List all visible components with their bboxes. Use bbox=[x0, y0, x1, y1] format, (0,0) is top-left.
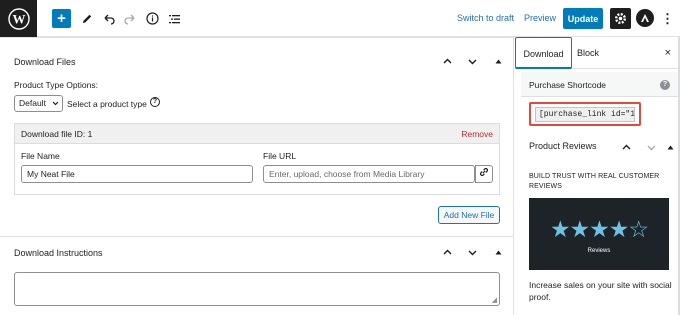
reviews-banner-image: ★★★★☆ Reviews bbox=[529, 198, 669, 270]
chevron-down-icon bbox=[52, 96, 59, 117]
chevron-up-icon[interactable] bbox=[441, 247, 453, 259]
toggle-panel-icon[interactable] bbox=[667, 144, 675, 152]
product-type-select[interactable]: Default bbox=[14, 95, 63, 112]
product-type-selected-value: Default bbox=[19, 98, 46, 108]
download-instructions-textarea[interactable]: ◢ bbox=[14, 272, 500, 306]
toggle-panel-icon[interactable] bbox=[495, 58, 503, 66]
undo-icon[interactable] bbox=[101, 9, 117, 28]
product-reviews-text: Increase sales on your site with social … bbox=[529, 280, 672, 302]
star-rating-icon: ★★★★☆ bbox=[549, 216, 649, 242]
help-icon[interactable]: ? bbox=[150, 97, 160, 107]
sidebar-tabs: Download Block × bbox=[515, 37, 680, 69]
chevron-down-icon[interactable] bbox=[466, 247, 478, 259]
chevron-down-icon[interactable] bbox=[466, 56, 478, 68]
download-instructions-title: Download Instructions bbox=[14, 248, 103, 258]
file-url-label: File URL bbox=[263, 151, 297, 161]
more-options-icon[interactable]: ⋮ bbox=[661, 9, 674, 28]
toggle-panel-icon[interactable] bbox=[495, 249, 503, 257]
divider bbox=[0, 37, 514, 38]
product-reviews-subtitle: BUILD TRUST WITH REAL CUSTOMER REVIEWS bbox=[529, 173, 660, 190]
link-icon[interactable] bbox=[475, 165, 493, 183]
chevron-up-icon[interactable] bbox=[441, 56, 453, 68]
astra-logo-icon[interactable] bbox=[636, 9, 654, 27]
reviews-banner-label: Reviews bbox=[587, 248, 611, 254]
svg-text:W: W bbox=[12, 11, 25, 26]
tab-download[interactable]: Download bbox=[515, 37, 572, 69]
sidebar-card: Purchase Shortcode ? [purchase_link id="… bbox=[521, 72, 678, 315]
add-new-file-button[interactable]: Add New File bbox=[438, 206, 500, 224]
info-icon[interactable] bbox=[144, 9, 160, 28]
purchase-shortcode-title: Purchase Shortcode bbox=[529, 80, 607, 90]
sidebar-scroll-area: Purchase Shortcode ? [purchase_link id="… bbox=[521, 72, 678, 315]
tab-block[interactable]: Block bbox=[573, 37, 603, 69]
product-reviews-title: Product Reviews bbox=[529, 141, 597, 151]
editor-main: Download Files Product Type Options: Def… bbox=[0, 37, 514, 315]
wordpress-logo-icon[interactable]: W bbox=[0, 0, 37, 37]
redo-icon[interactable] bbox=[122, 9, 138, 28]
settings-gear-icon[interactable] bbox=[610, 8, 631, 29]
editor-toolbar: W + Switch to draft Preview Update ⋮ bbox=[0, 0, 680, 37]
preview-link[interactable]: Preview bbox=[524, 13, 556, 23]
switch-to-draft-link[interactable]: Switch to draft bbox=[457, 13, 514, 23]
help-icon[interactable]: ? bbox=[660, 80, 670, 90]
download-files-title: Download Files bbox=[14, 57, 76, 67]
remove-file-link[interactable]: Remove bbox=[461, 129, 493, 139]
add-block-button[interactable]: + bbox=[52, 9, 71, 28]
purchase-shortcode-header[interactable]: Purchase Shortcode ? bbox=[521, 72, 678, 97]
update-button[interactable]: Update bbox=[563, 8, 603, 29]
download-file-box: Download file ID: 1 Remove File Name My … bbox=[14, 123, 500, 195]
shortcode-highlight: [purchase_link id="1387 bbox=[529, 102, 641, 126]
close-icon[interactable]: × bbox=[665, 47, 671, 59]
chevron-up-icon[interactable] bbox=[620, 142, 632, 154]
settings-sidebar: Download Block × Purchase Shortcode ? [p… bbox=[515, 37, 680, 315]
product-type-label: Product Type Options: bbox=[14, 80, 98, 90]
file-name-input[interactable]: My Neat File bbox=[21, 165, 253, 183]
list-view-icon[interactable] bbox=[166, 9, 182, 28]
chevron-down-icon[interactable] bbox=[645, 142, 657, 154]
download-file-header: Download file ID: 1 Remove bbox=[15, 124, 499, 144]
edit-pencil-icon[interactable] bbox=[79, 9, 95, 28]
download-files-panel-header[interactable]: Download Files bbox=[0, 37, 514, 83]
product-type-hint: Select a product type bbox=[67, 99, 147, 109]
purchase-shortcode-field[interactable]: [purchase_link id="1387 bbox=[535, 107, 635, 122]
file-name-label: File Name bbox=[21, 151, 60, 161]
download-file-id: Download file ID: 1 bbox=[21, 129, 93, 139]
file-url-input[interactable]: Enter, upload, choose from Media Library bbox=[263, 165, 475, 183]
resize-handle-icon[interactable]: ◢ bbox=[492, 296, 497, 304]
